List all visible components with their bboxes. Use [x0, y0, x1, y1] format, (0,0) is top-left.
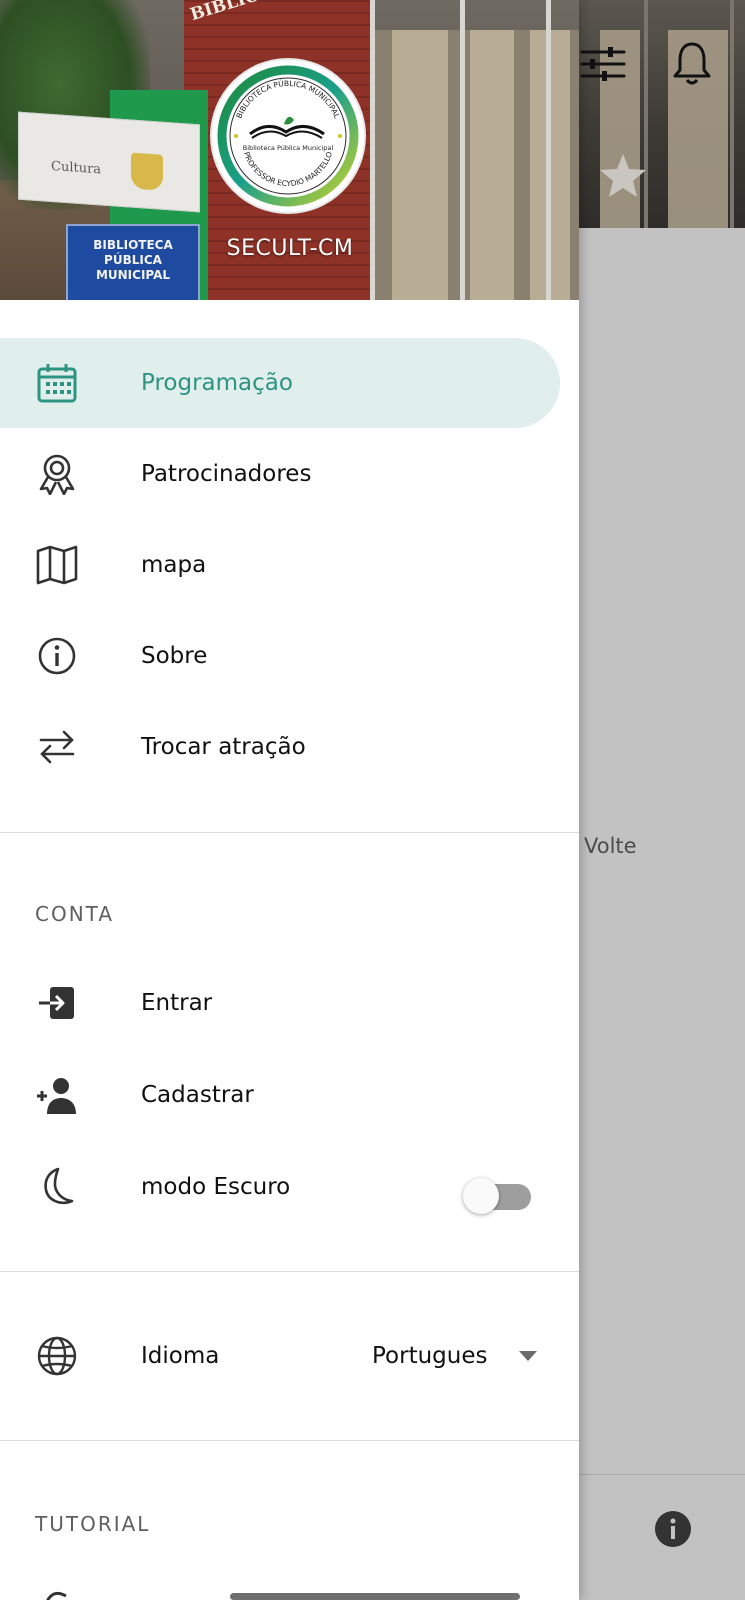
- menu-item-programacao[interactable]: Programação: [0, 338, 560, 428]
- menu-item-label: Cadastrar: [141, 1082, 254, 1108]
- menu-item-entrar[interactable]: Entrar: [0, 958, 560, 1048]
- menu-item-label: Entrar: [141, 990, 213, 1016]
- login-icon: [39, 987, 74, 1019]
- menu-item-sobre[interactable]: Sobre: [0, 611, 560, 701]
- info-icon[interactable]: [654, 1510, 692, 1548]
- menu-item-label: Trocar atração: [141, 734, 306, 760]
- municipal-seal-icon: [131, 152, 163, 191]
- section-heading-conta: CONTA: [35, 902, 115, 926]
- divider: [0, 1271, 579, 1272]
- header-photo-library-sign: BIBLIOTECA PÚBLICA MUNICIPAL: [66, 224, 200, 300]
- navigation-drawer: BIBLIOTECA MU... PROF. ECYDIO MARTELLO C…: [0, 0, 579, 1600]
- drawer-header-title: SECULT-CM: [226, 236, 354, 261]
- language-dropdown[interactable]: Portugues: [372, 1334, 537, 1378]
- menu-item-label: Idioma: [141, 1343, 220, 1369]
- award-ribbon-icon: [39, 454, 75, 495]
- header-photo-window-frame: [460, 0, 465, 300]
- divider: [0, 832, 579, 833]
- logo-text-center: Biblioteca Pública Municipal: [243, 144, 334, 152]
- moon-icon: [44, 1167, 74, 1205]
- library-sign-text: BIBLIOTECA PÚBLICA MUNICIPAL: [93, 238, 173, 282]
- notification-bell-icon[interactable]: [672, 40, 712, 86]
- section-heading-tutorial: TUTORIAL: [35, 1512, 151, 1536]
- home-indicator: [230, 1593, 520, 1600]
- menu-item-label: Sobre: [141, 643, 208, 669]
- header-photo-curtain: [470, 30, 514, 300]
- menu-item-label: modo Escuro: [141, 1174, 291, 1200]
- map-icon: [36, 545, 78, 585]
- library-logo: BIBLIOTECA PÚBLICA MUNICIPAL PROFESSOR E…: [212, 60, 364, 212]
- language-selected-value: Portugues: [372, 1343, 488, 1369]
- tutorial-item-icon: [46, 1591, 67, 1600]
- globe-icon: [37, 1336, 77, 1376]
- dropdown-caret-icon: [519, 1351, 537, 1361]
- menu-item-mapa[interactable]: mapa: [0, 520, 560, 610]
- background-window-frame: [730, 0, 734, 228]
- swap-arrows-icon: [39, 730, 75, 764]
- favorite-star-icon[interactable]: [598, 152, 648, 198]
- toggle-thumb: [463, 1178, 499, 1214]
- menu-item-label: Patrocinadores: [141, 461, 312, 487]
- menu-item-trocar-atracao[interactable]: Trocar atração: [0, 702, 560, 792]
- drawer-header: BIBLIOTECA MU... PROF. ECYDIO MARTELLO C…: [0, 0, 579, 300]
- menu-item-label: Programação: [141, 370, 293, 396]
- add-person-icon: [37, 1078, 76, 1114]
- divider: [0, 1440, 579, 1441]
- filter-sliders-icon[interactable]: [580, 44, 626, 84]
- calendar-icon: [37, 364, 77, 403]
- header-photo-curtain: [392, 30, 448, 300]
- header-photo-culture-sign: Cultura: [18, 111, 200, 213]
- background-text: Volte: [584, 834, 637, 858]
- info-icon: [38, 637, 76, 675]
- library-logo-emblem: BIBLIOTECA PÚBLICA MUNICIPAL PROFESSOR E…: [216, 64, 360, 208]
- header-photo-window-frame: [546, 0, 551, 300]
- dark-mode-toggle[interactable]: [463, 1172, 531, 1214]
- menu-item-label: mapa: [141, 552, 207, 578]
- culture-sign-text: Cultura: [51, 158, 102, 178]
- menu-item-cadastrar[interactable]: Cadastrar: [0, 1050, 560, 1140]
- menu-item-patrocinadores[interactable]: Patrocinadores: [0, 429, 560, 519]
